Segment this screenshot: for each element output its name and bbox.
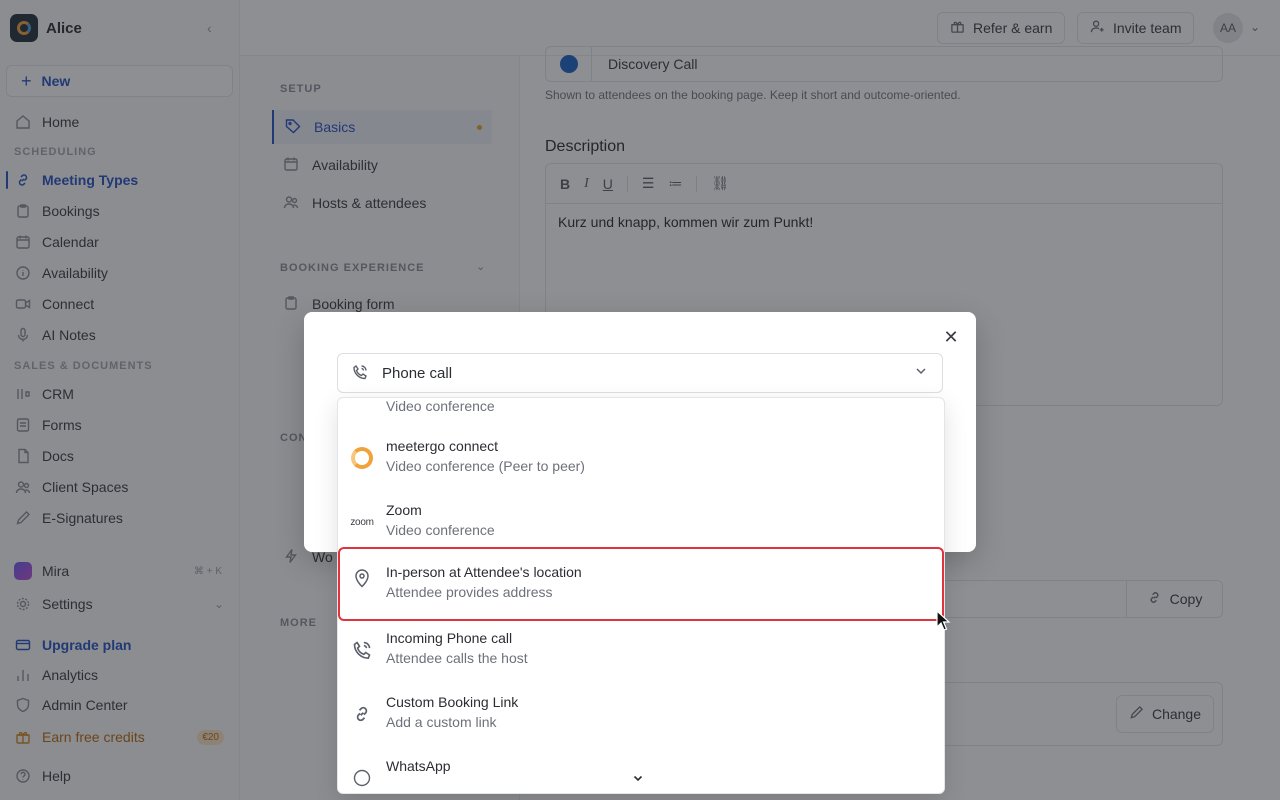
meetergo-logo [350,446,374,470]
option-subtitle: Attendee calls the host [386,650,528,666]
zoom-logo: zoom [350,510,374,534]
option-subtitle: Add a custom link [386,714,497,730]
option-title: In-person at Attendee's location [386,564,582,580]
scroll-down-chevron-icon[interactable] [632,772,644,787]
option-title: Incoming Phone call [386,630,513,646]
option-subtitle: Video conference [386,398,495,414]
option-title: Zoom [386,502,422,518]
link-icon [350,702,374,726]
option-title: WhatsApp [386,758,451,774]
location-options-list[interactable]: Video conference meetergo connect Video … [337,397,945,794]
location-option-in-person[interactable]: In-person at Attendee's location Attende… [338,547,944,621]
chevron-down-icon [914,364,928,381]
option-subtitle: Video conference (Peer to peer) [386,458,585,474]
option-title: meetergo connect [386,438,499,454]
phone-icon [352,364,368,383]
location-option-custom-link[interactable]: Custom Booking Link Add a custom link [338,682,944,746]
location-option-incoming-phone[interactable]: Incoming Phone call Attendee calls the h… [338,618,944,682]
option-subtitle: Video conference [386,522,495,538]
map-pin-icon [350,566,374,590]
video-icon [350,398,374,410]
close-icon[interactable]: ✕ [940,326,962,348]
location-option-zoom[interactable]: zoom Zoom Video conference [338,490,944,554]
location-select[interactable]: Phone call [337,353,943,393]
location-select-value: Phone call [382,364,453,382]
option-subtitle: Attendee provides address [386,584,553,600]
mouse-cursor-icon [936,610,951,631]
whatsapp-icon [350,766,374,790]
option-title: Custom Booking Link [386,694,519,710]
zoom-logo-text: zoom [350,516,374,528]
location-option-meetergo-connect[interactable]: meetergo connect Video conference (Peer … [338,426,944,490]
phone-incoming-icon [350,638,374,662]
